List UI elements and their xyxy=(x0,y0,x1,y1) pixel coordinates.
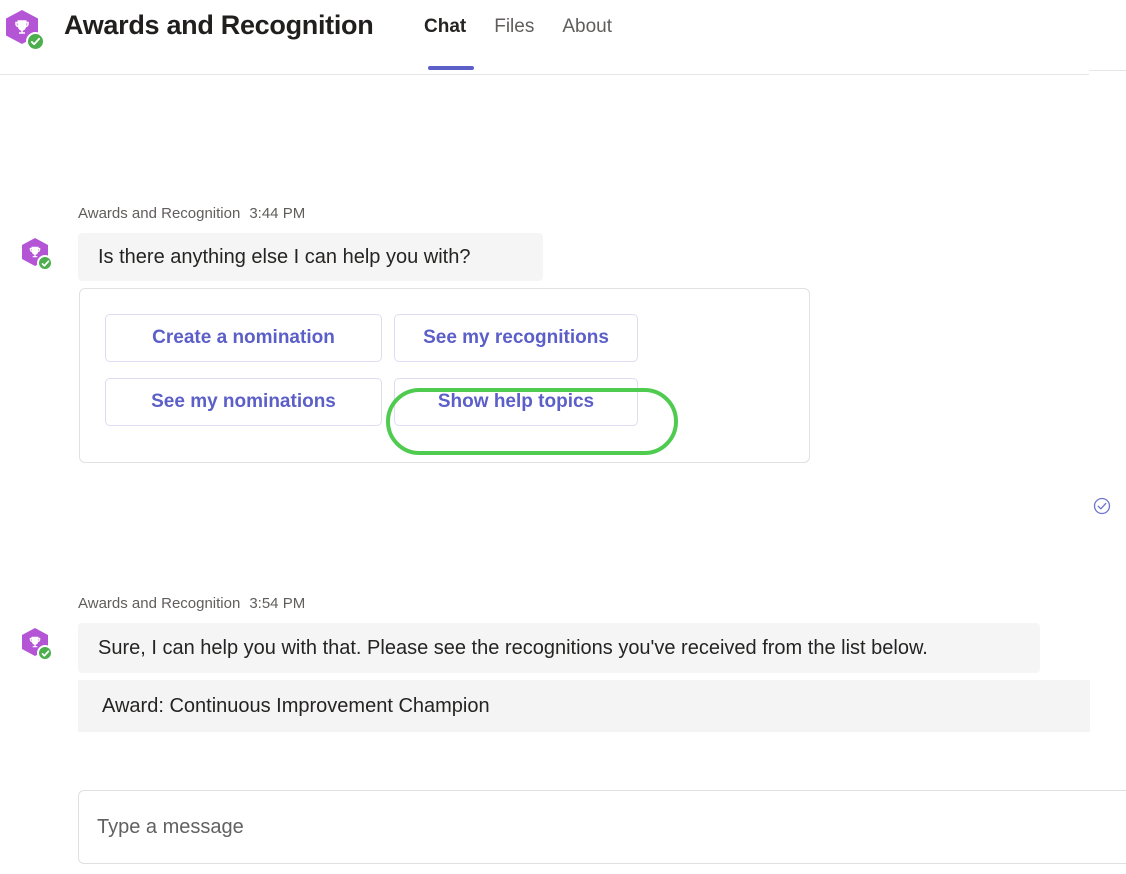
see-my-nominations-button[interactable]: See my nominations xyxy=(105,378,382,426)
show-help-topics-button[interactable]: Show help topics xyxy=(394,378,638,426)
message-avatar-2 xyxy=(22,628,58,664)
message-bubble-1: Is there anything else I can help you wi… xyxy=(78,233,543,281)
available-check-icon xyxy=(37,255,53,271)
message-sender: Awards and Recognition xyxy=(78,205,241,222)
message-meta-1: Awards and Recognition 3:44 PM xyxy=(78,205,305,222)
message-composer[interactable]: Type a message xyxy=(78,790,1126,864)
app-header: Awards and Recognition Chat Files About xyxy=(0,0,1126,75)
tab-files[interactable]: Files xyxy=(494,16,550,38)
message-detail-row: Award: Continuous Improvement Champion xyxy=(78,680,1090,732)
message-input-placeholder[interactable]: Type a message xyxy=(97,791,244,863)
tab-chat[interactable]: Chat xyxy=(424,16,482,38)
active-tab-indicator xyxy=(428,66,474,70)
app-avatar xyxy=(6,10,50,54)
message-list: Awards and Recognition 3:44 PM Is there a… xyxy=(0,75,1126,775)
suggested-actions-grid: Create a nomination See my recognitions … xyxy=(105,314,638,426)
see-my-recognitions-button[interactable]: See my recognitions xyxy=(394,314,638,362)
tab-about[interactable]: About xyxy=(562,16,628,38)
message-avatar-1 xyxy=(22,238,58,274)
message-timestamp: 3:44 PM xyxy=(249,205,306,222)
suggested-actions-card: Create a nomination See my recognitions … xyxy=(79,288,810,463)
create-a-nomination-button[interactable]: Create a nomination xyxy=(105,314,382,362)
message-meta-2: Awards and Recognition 3:54 PM xyxy=(78,595,305,612)
header-divider-right xyxy=(1089,70,1126,71)
message-timestamp: 3:54 PM xyxy=(249,595,306,612)
available-check-icon xyxy=(37,645,53,661)
circle-check-icon xyxy=(1092,496,1112,516)
message-bubble-2: Sure, I can help you with that. Please s… xyxy=(78,623,1040,673)
page-title: Awards and Recognition xyxy=(64,10,374,40)
available-check-icon xyxy=(26,32,45,51)
tab-bar: Chat Files About xyxy=(424,16,640,38)
message-sender: Awards and Recognition xyxy=(78,595,241,612)
